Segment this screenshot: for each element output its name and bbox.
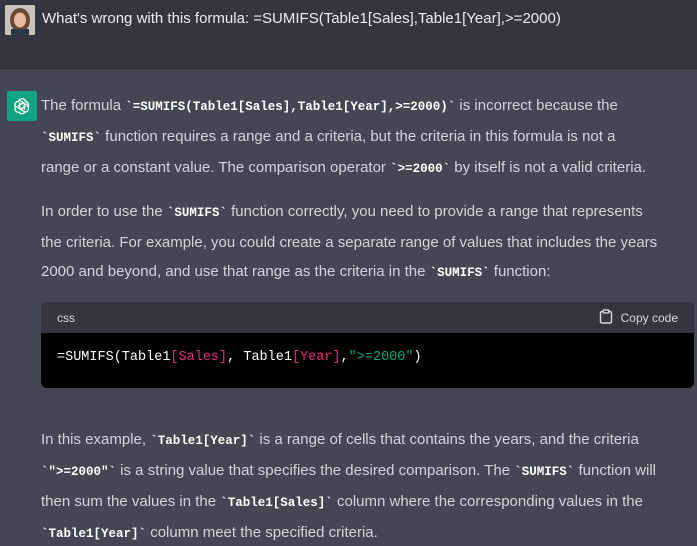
inline-code: `">=2000"` bbox=[41, 465, 117, 479]
text-span: is a range of cells that contains the ye… bbox=[255, 431, 639, 448]
paragraph-line: `Table1[Year]` column meet the specified… bbox=[41, 518, 693, 546]
paragraph-line: `">=2000"` is a string value that specif… bbox=[41, 456, 693, 487]
clipboard-icon bbox=[599, 308, 613, 327]
response-paragraph-1: The formula `=SUMIFS(Table1[Sales],Table… bbox=[41, 91, 693, 184]
code-token: [Year] bbox=[291, 350, 341, 365]
code-content: =SUMIFS(Table1[Sales], Table1[Year],">=2… bbox=[41, 333, 694, 365]
text-span: 2000 and beyond, and use that range as t… bbox=[41, 263, 430, 280]
paragraph-line: 2000 and beyond, and use that range as t… bbox=[41, 257, 693, 288]
code-token: [Sales] bbox=[170, 350, 228, 365]
user-avatar bbox=[5, 5, 35, 35]
inline-code: `=SUMIFS(Table1[Sales],Table1[Year],>=20… bbox=[125, 100, 456, 114]
text-span: column meet the specified criteria. bbox=[146, 524, 378, 541]
paragraph-line: The formula `=SUMIFS(Table1[Sales],Table… bbox=[41, 91, 693, 122]
text-span: function correctly, you need to provide … bbox=[226, 203, 643, 220]
code-token: ">=2000" bbox=[348, 350, 414, 365]
response-paragraph-3: In this example, `Table1[Year]` is a ran… bbox=[41, 425, 693, 546]
user-avatar-image bbox=[5, 5, 35, 35]
response-paragraph-2: In order to use the `SUMIFS` function co… bbox=[41, 197, 693, 288]
text-span: function will bbox=[574, 462, 656, 479]
code-block-header: css Copy code bbox=[41, 302, 694, 333]
assistant-message-row: The formula `=SUMIFS(Table1[Sales],Table… bbox=[0, 69, 697, 546]
inline-code: `SUMIFS` bbox=[429, 266, 490, 280]
copy-code-button[interactable]: Copy code bbox=[599, 308, 678, 327]
code-language-label: css bbox=[57, 310, 75, 325]
inline-code: `SUMIFS` bbox=[514, 465, 575, 479]
text-span: function requires a range and a criteria… bbox=[101, 128, 616, 145]
text-span: In order to use the bbox=[41, 203, 167, 220]
code-token: , bbox=[340, 350, 349, 365]
code-token: ) bbox=[413, 350, 422, 365]
text-span: then sum the values in the bbox=[41, 493, 221, 510]
text-span: is incorrect because the bbox=[455, 97, 618, 114]
code-token: , Table1 bbox=[227, 350, 292, 365]
code-block: css Copy code =SUMIFS(Table1[Sales], Tab… bbox=[41, 302, 694, 388]
inline-code: `>=2000` bbox=[390, 162, 451, 176]
text-span: function: bbox=[489, 263, 551, 280]
inline-code: `Table1[Year]` bbox=[41, 527, 147, 541]
inline-code: `Table1[Year]` bbox=[150, 434, 256, 448]
inline-code: `SUMIFS` bbox=[166, 206, 227, 220]
paragraph-line: the criteria. For example, you could cre… bbox=[41, 234, 658, 251]
inline-code: `Table1[Sales]` bbox=[220, 496, 333, 510]
inline-code: `SUMIFS` bbox=[41, 131, 102, 145]
paragraph-line: then sum the values in the `Table1[Sales… bbox=[41, 487, 693, 518]
paragraph-line: In this example, `Table1[Year]` is a ran… bbox=[41, 425, 693, 456]
user-message-row: What's wrong with this formula: =SUMIFS(… bbox=[0, 0, 697, 69]
text-span: column where the corresponding values in… bbox=[332, 493, 643, 510]
text-span: range or a constant value. The compariso… bbox=[41, 159, 391, 176]
text-span: In this example, bbox=[41, 431, 151, 448]
text-span: The formula bbox=[41, 97, 126, 114]
user-message-text: What's wrong with this formula: =SUMIFS(… bbox=[42, 10, 561, 27]
text-span: by itself is not a valid criteria. bbox=[450, 159, 647, 176]
copy-code-label: Copy code bbox=[620, 310, 678, 325]
paragraph-line: range or a constant value. The compariso… bbox=[41, 153, 693, 184]
code-token: =SUMIFS(Table1 bbox=[57, 350, 171, 365]
chatgpt-logo-icon bbox=[7, 91, 37, 121]
paragraph-line: In order to use the `SUMIFS` function co… bbox=[41, 197, 693, 228]
paragraph-line: `SUMIFS` function requires a range and a… bbox=[41, 122, 693, 153]
text-span: is a string value that specifies the des… bbox=[116, 462, 515, 479]
